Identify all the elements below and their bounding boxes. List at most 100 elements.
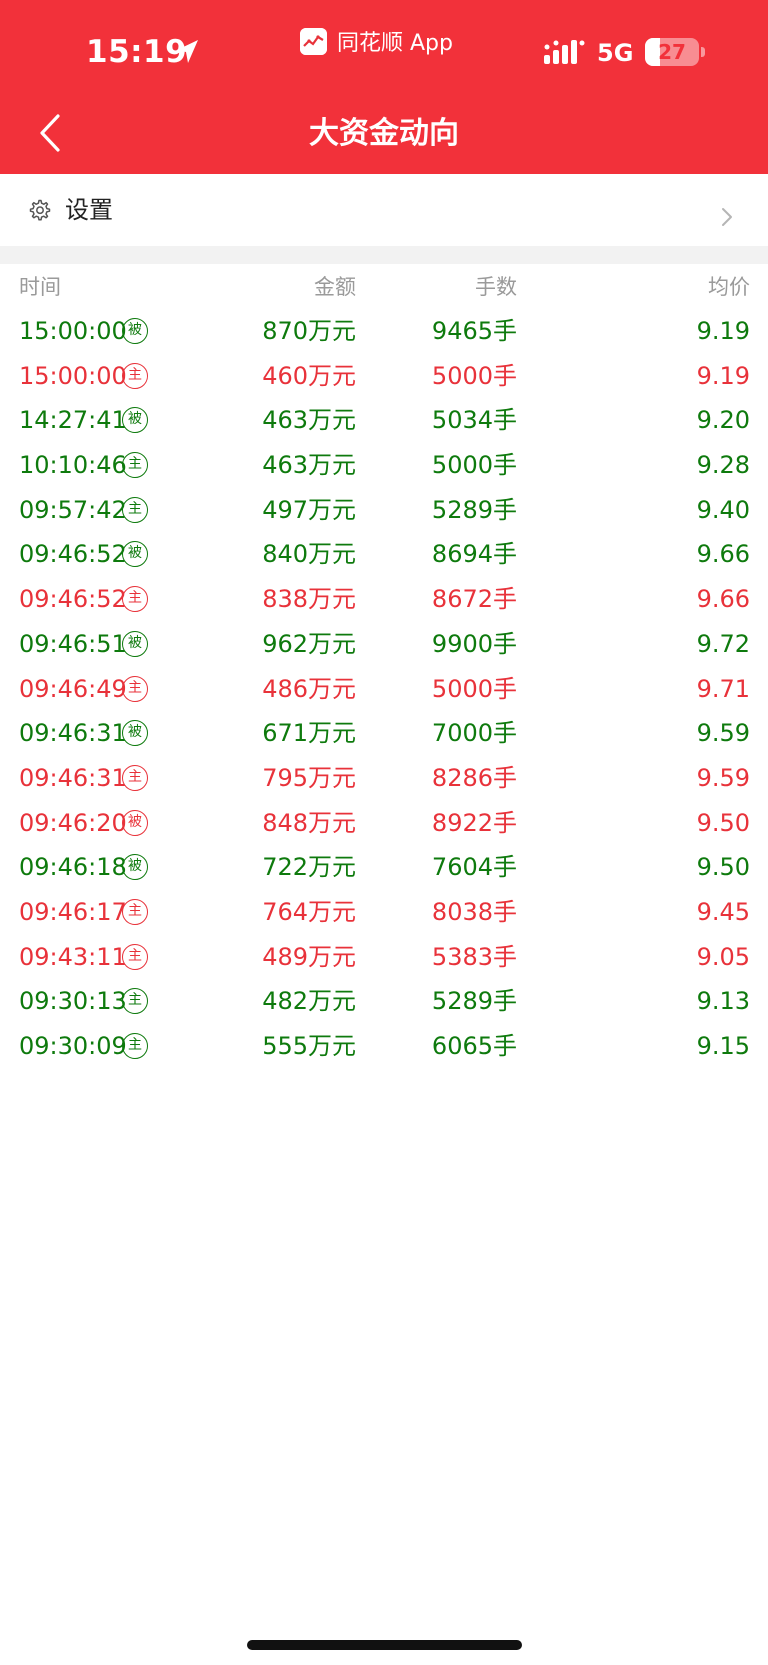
trade-price: 9.45	[696, 897, 750, 926]
trade-price: 9.28	[696, 451, 750, 480]
trade-amount: 555万元	[262, 1032, 356, 1060]
app-name: 同花顺 App	[337, 31, 453, 56]
trade-amount: 497万元	[262, 495, 356, 524]
trade-time: 15:00:00	[19, 361, 127, 390]
section-divider	[0, 246, 768, 264]
column-header-time: 时间	[19, 275, 61, 299]
trade-type-badge: 主	[122, 452, 148, 479]
trade-amount: 838万元	[262, 585, 356, 614]
column-header-price: 均价	[708, 275, 750, 299]
trade-time: 09:46:20	[19, 808, 127, 837]
trade-volume: 5034手	[431, 406, 517, 435]
table-body: 15:00:00 870万元 9465手 9.19 被 15:00:00 460万元 5000…	[0, 308, 768, 1068]
trade-price: 9.19	[696, 317, 750, 345]
trade-type-badge: 被	[122, 720, 148, 747]
trade-volume: 8922手	[431, 808, 517, 837]
trade-time: 09:57:42	[19, 495, 127, 524]
trade-volume: 5000手	[431, 674, 517, 703]
trade-amount: 840万元	[262, 540, 356, 569]
trade-type-badge: 主	[122, 943, 148, 970]
trade-volume: 8694手	[431, 540, 517, 569]
trade-volume: 6065手	[431, 1032, 517, 1060]
table-row[interactable]: 09:46:52 840万元 8694手 9.66 被	[0, 531, 768, 576]
battery-level: 27	[658, 40, 686, 64]
table-row[interactable]: 15:00:00 460万元 5000手 9.19 主	[0, 353, 768, 398]
trade-type-badge: 主	[122, 898, 148, 925]
table-row[interactable]: 15:00:00 870万元 9465手 9.19 被	[0, 308, 768, 353]
table-row[interactable]: 09:30:09 555万元 6065手 9.15 主	[0, 1023, 768, 1068]
trade-amount: 486万元	[262, 674, 356, 703]
trade-price: 9.19	[696, 361, 750, 390]
table-row[interactable]: 09:46:20 848万元 8922手 9.50 被	[0, 800, 768, 845]
column-header-amount: 金额	[314, 275, 356, 299]
location-arrow-icon	[177, 40, 198, 63]
app-logo-icon	[300, 27, 327, 55]
table-row[interactable]: 09:46:18 722万元 7604手 9.50 被	[0, 844, 768, 889]
trade-amount: 463万元	[262, 451, 356, 480]
table-row[interactable]: 09:46:31 671万元 7000手 9.59 被	[0, 710, 768, 755]
header: 15:19 同花顺 App 5G 27 大资金动向	[0, 0, 768, 174]
trade-amount: 848万元	[262, 808, 356, 837]
cellular-signal-icon	[544, 40, 585, 64]
table-row[interactable]: 09:43:11 489万元 5383手 9.05 主	[0, 934, 768, 979]
trade-price: 9.72	[696, 629, 750, 658]
trade-time: 09:30:13	[19, 987, 127, 1016]
trade-amount: 460万元	[262, 361, 356, 390]
trade-amount: 962万元	[262, 629, 356, 658]
trade-type-badge: 被	[122, 630, 148, 657]
table-row[interactable]: 09:57:42 497万元 5289手 9.40 主	[0, 487, 768, 532]
table-row[interactable]: 09:46:17 764万元 8038手 9.45 主	[0, 889, 768, 934]
table-row[interactable]: 09:46:49 486万元 5000手 9.71 主	[0, 666, 768, 711]
table-row[interactable]: 09:30:13 482万元 5289手 9.13 主	[0, 978, 768, 1023]
trade-price: 9.71	[696, 674, 750, 703]
trade-time: 09:46:18	[19, 853, 127, 882]
trade-amount: 722万元	[262, 853, 356, 882]
page-title: 大资金动向	[309, 116, 459, 151]
table-row[interactable]: 09:46:52 838万元 8672手 9.66 主	[0, 576, 768, 621]
trade-time: 09:46:31	[19, 763, 127, 792]
trade-volume: 8672手	[431, 585, 517, 614]
settings-row[interactable]: 设置	[0, 174, 768, 246]
trade-time: 09:46:52	[19, 540, 127, 569]
table-row[interactable]: 10:10:46 463万元 5000手 9.28 主	[0, 442, 768, 487]
trade-price: 9.59	[696, 719, 750, 748]
trade-volume: 7000手	[431, 719, 517, 748]
trade-amount: 489万元	[262, 942, 356, 971]
trade-type-badge: 主	[122, 496, 148, 523]
trade-type-badge: 被	[122, 854, 148, 881]
trade-time: 09:46:17	[19, 897, 127, 926]
trade-time: 09:46:52	[19, 585, 127, 614]
trade-volume: 5289手	[431, 987, 517, 1016]
trade-type-badge: 主	[122, 764, 148, 791]
trade-time: 09:46:31	[19, 719, 127, 748]
table-row[interactable]: 14:27:41 463万元 5034手 9.20 被	[0, 397, 768, 442]
trade-volume: 5289手	[431, 495, 517, 524]
trade-volume: 7604手	[431, 853, 517, 882]
trade-amount: 671万元	[262, 719, 356, 748]
trade-type-badge: 被	[122, 809, 148, 836]
trade-amount: 764万元	[262, 897, 356, 926]
status-time: 15:19	[86, 34, 188, 70]
battery-cap	[701, 47, 705, 57]
trade-time: 09:43:11	[19, 942, 127, 971]
trade-price: 9.66	[696, 540, 750, 569]
trade-time: 09:46:51	[19, 629, 127, 658]
table-header: 时间 金额 手数 均价	[0, 264, 768, 308]
home-indicator[interactable]	[247, 1640, 522, 1650]
column-header-volume: 手数	[475, 275, 517, 299]
back-to-app-link[interactable]: 同花顺 App	[300, 24, 453, 58]
table-row[interactable]: 09:46:51 962万元 9900手 9.72 被	[0, 621, 768, 666]
trade-amount: 463万元	[262, 406, 356, 435]
trade-price: 9.59	[696, 763, 750, 792]
gear-icon	[29, 199, 51, 221]
trade-type-badge: 主	[122, 1033, 148, 1059]
chevron-right-icon	[722, 208, 732, 226]
settings-label: 设置	[65, 196, 113, 224]
trade-time: 09:46:49	[19, 674, 127, 703]
battery-icon: 27	[645, 38, 699, 66]
table-row[interactable]: 09:46:31 795万元 8286手 9.59 主	[0, 755, 768, 800]
trade-amount: 482万元	[262, 987, 356, 1016]
trade-time: 14:27:41	[19, 406, 127, 435]
big-money-table: 时间 金额 手数 均价 15:00:00 870万元 9465手 9.19 被 15:00…	[0, 264, 768, 1068]
trade-time: 15:00:00	[19, 317, 127, 345]
